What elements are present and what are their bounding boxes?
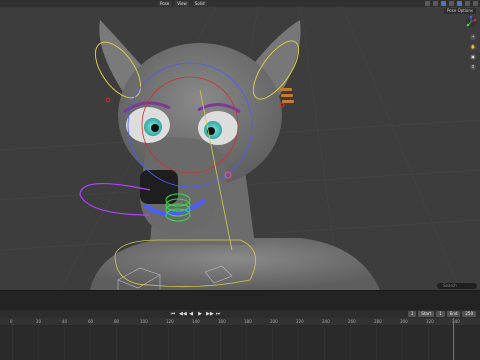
ruler-tick-label: 300 <box>400 319 408 324</box>
track-gridline <box>38 325 39 360</box>
ear-rings <box>280 88 294 103</box>
overlay-toggle-icon[interactable] <box>425 1 430 6</box>
left-pupil <box>151 124 159 132</box>
timeline-ruler[interactable]: 0 20 40 60 80 100 120 140 160 180 200 220 240 260 280 3… <box>0 318 480 325</box>
track-gridline <box>246 325 247 360</box>
ruler-tick-label: 120 <box>166 319 174 324</box>
camera-view-icon[interactable]: ▣ <box>470 54 476 60</box>
pose-options-button[interactable]: Pose Options <box>444 8 476 14</box>
track-gridline <box>90 325 91 360</box>
ruler-tick-label: 60 <box>88 319 94 324</box>
track-gridline <box>298 325 299 360</box>
rendered-shading-icon[interactable] <box>473 1 478 6</box>
navigation-gizmo-icon[interactable] <box>465 15 477 29</box>
track-gridline <box>376 325 377 360</box>
ruler-tick-label: 320 <box>426 319 434 324</box>
mode-selector[interactable]: Pose <box>158 1 172 6</box>
ruler-tick-label: 40 <box>62 319 68 324</box>
ruler-tick-label: 240 <box>322 319 330 324</box>
viewport-toggles <box>425 0 478 7</box>
start-frame-label: Start <box>418 311 435 317</box>
timeline-search-field[interactable]: Search <box>437 283 477 289</box>
ruler-tick-label: 140 <box>192 319 200 324</box>
track-gridline <box>402 325 403 360</box>
track-gridline <box>350 325 351 360</box>
playhead-cursor[interactable] <box>453 318 454 360</box>
track-gridline <box>454 325 455 360</box>
view-menu[interactable]: View <box>175 1 189 6</box>
track-gridline <box>220 325 221 360</box>
ruler-tick-label: 160 <box>218 319 226 324</box>
end-frame-field[interactable]: 250 <box>462 311 476 317</box>
viewport-scene <box>0 0 480 290</box>
track-gridline <box>324 325 325 360</box>
zoom-icon[interactable]: + <box>470 34 476 40</box>
ruler-tick-label: 280 <box>374 319 382 324</box>
end-frame-label: End <box>446 311 461 317</box>
playback-controls: ⏮ ◀◀ ◀ ▶ ▶▶ ⏭ <box>170 310 221 318</box>
jump-start-icon[interactable]: ⏮ <box>170 311 176 317</box>
ruler-tick-label: 80 <box>114 319 120 324</box>
play-icon[interactable]: ▶ <box>197 311 203 317</box>
ruler-tick-label: 20 <box>36 319 42 324</box>
track-gridline <box>116 325 117 360</box>
track-gridline <box>142 325 143 360</box>
jump-keyframe-forward-icon[interactable]: ▶▶ <box>206 311 214 317</box>
pan-hand-icon[interactable]: ✋ <box>470 44 476 50</box>
track-gridline <box>168 325 169 360</box>
ortho-grid-icon[interactable]: ⌗ <box>470 64 476 70</box>
track-gridline <box>272 325 273 360</box>
shading-selector[interactable]: Solid <box>192 1 207 6</box>
character-shoulders[interactable] <box>90 238 380 290</box>
viewport-nav-buttons: + ✋ ▣ ⌗ <box>470 34 476 70</box>
character-nose <box>140 170 178 204</box>
ruler-tick-label: 0 <box>10 319 13 324</box>
viewport-mode-controls: Pose View Solid <box>158 0 207 7</box>
jump-end-icon[interactable]: ⏭ <box>215 311 221 317</box>
timeline-track[interactable] <box>0 325 480 360</box>
frame-range-fields: 1 Start 1 End 250 <box>407 311 476 317</box>
wireframe-shading-icon[interactable] <box>449 1 454 6</box>
jump-keyframe-back-icon[interactable]: ◀◀ <box>179 311 187 317</box>
gizmo-toggle-icon[interactable] <box>433 1 438 6</box>
track-gridline <box>12 325 13 360</box>
track-gridline <box>428 325 429 360</box>
ruler-tick-label: 220 <box>296 319 304 324</box>
ruler-tick-label: 260 <box>348 319 356 324</box>
start-frame-field[interactable]: 1 <box>436 311 445 317</box>
timeline-toolbar: ⏮ ◀◀ ◀ ▶ ▶▶ ⏭ 1 Start 1 End 250 <box>0 310 480 318</box>
ruler-tick-label: 100 <box>140 319 148 324</box>
xray-toggle-icon[interactable] <box>441 1 446 6</box>
timeline-dope-area <box>0 290 480 311</box>
ruler-tick-label: 200 <box>270 319 278 324</box>
current-frame-field[interactable]: 1 <box>407 311 417 317</box>
viewport-header: Pose View Solid <box>0 0 480 7</box>
material-shading-icon[interactable] <box>465 1 470 6</box>
solid-shading-icon[interactable] <box>457 1 462 6</box>
play-reverse-icon[interactable]: ◀ <box>188 311 194 317</box>
track-gridline <box>64 325 65 360</box>
3d-viewport[interactable]: Pose View Solid Pose Options + ✋ ▣ ⌗ <box>0 0 480 290</box>
track-gridline <box>194 325 195 360</box>
ruler-tick-label: 180 <box>244 319 252 324</box>
